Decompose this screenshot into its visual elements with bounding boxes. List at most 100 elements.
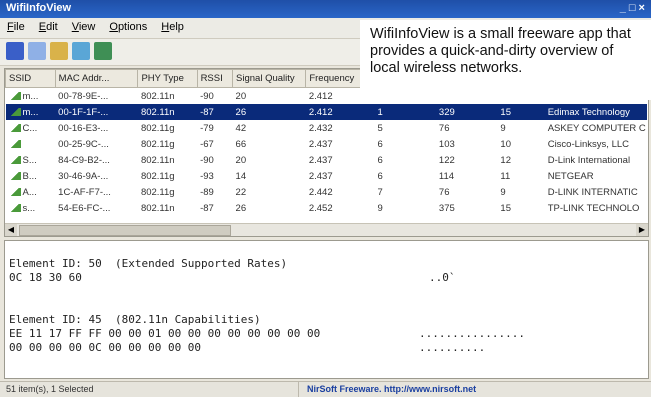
vendor-cell: D-Link International — [547, 154, 631, 166]
rssi-cell: -87 — [197, 104, 233, 120]
menu-edit[interactable]: Edit — [32, 18, 65, 33]
mac-cell: 00-1F-1F-... — [55, 104, 138, 120]
speed-cell: 76 — [438, 122, 450, 134]
rssi-cell: -87 — [200, 202, 214, 214]
channel-cell: 6 — [377, 138, 383, 150]
phy-cell: 802.11g — [140, 122, 175, 134]
mac-cell: 00-25-9C-... — [58, 138, 109, 150]
freq-cell: 2.432 — [308, 122, 333, 134]
nirsoft-link[interactable]: NirSoft Freeware. http://www.nirsoft.net — [298, 382, 598, 397]
col-phy[interactable]: PHY Type — [137, 69, 198, 88]
speed-cell: 103 — [438, 138, 455, 150]
quality-cell: 22 — [235, 186, 247, 198]
rssi-cell: -79 — [200, 122, 214, 134]
ssid-cell: s... — [6, 200, 56, 216]
detail-hex: EE 11 17 FF FF 00 00 01 00 00 00 00 00 0… — [9, 327, 321, 340]
table-row[interactable]: 00-25-9C-... 802.11g -67 66 2.437 6 103 … — [6, 136, 647, 152]
channel-cell: 6 — [377, 154, 383, 166]
freq-cell: 2.437 — [308, 138, 333, 150]
detail-ascii: ..0` — [429, 271, 456, 284]
scroll-right-icon[interactable]: ▶ — [636, 224, 648, 236]
signal-icon — [8, 155, 21, 164]
table-row[interactable]: m... 00-1F-1F-... 802.11n -87 26 2.412 1… — [5, 104, 647, 120]
speed-cell: 329 — [435, 104, 498, 120]
table-row[interactable]: S... 84-C9-B2-... 802.11n -90 20 2.437 6… — [6, 152, 647, 168]
phy-cell: 802.11g — [140, 138, 175, 150]
menu-help[interactable]: Help — [154, 18, 191, 33]
detail-hex: 00 00 00 00 0C 00 00 00 00 00 — [9, 341, 202, 354]
speed-cell: 76 — [438, 186, 450, 198]
phy-cell: 802.11n — [140, 202, 175, 214]
vendor-cell: D-LINK INTERNATIC — [547, 186, 638, 198]
num-cell: 15 — [500, 202, 511, 214]
freq-cell: 2.412 — [305, 104, 375, 120]
num-cell: 9 — [500, 186, 506, 198]
speed-cell: 375 — [438, 202, 455, 214]
about-icon[interactable] — [94, 42, 112, 60]
mac-cell: 00-78-9E-... — [58, 90, 109, 102]
menu-options[interactable]: Options — [102, 18, 154, 33]
table-row[interactable]: s... 54-E6-FC-... 802.11n -87 26 2.452 9… — [6, 200, 647, 216]
mac-cell: 84-C9-B2-... — [58, 154, 110, 166]
num-cell: 11 — [500, 170, 511, 182]
col-mac[interactable]: MAC Addr... — [54, 69, 139, 88]
scroll-thumb[interactable] — [19, 225, 231, 236]
mac-cell: 30-46-9A-... — [58, 170, 109, 182]
copy-icon[interactable] — [28, 42, 46, 60]
quality-cell: 42 — [235, 122, 247, 134]
refresh-icon[interactable] — [72, 42, 90, 60]
channel-cell: 6 — [377, 170, 383, 182]
title-bar: WifiInfoView _ □ × — [0, 0, 651, 18]
element-detail-pane: Element ID: 50 (Extended Supported Rates… — [4, 240, 649, 379]
save-icon[interactable] — [6, 42, 24, 60]
ssid-cell: C... — [6, 120, 56, 136]
vendor-cell: TP-LINK TECHNOLO — [547, 202, 640, 214]
ssid-cell: S... — [6, 152, 56, 168]
signal-icon — [8, 171, 21, 180]
table-row[interactable]: B... 30-46-9A-... 802.11g -93 14 2.437 6… — [6, 168, 647, 184]
num-cell: 9 — [500, 122, 506, 134]
scroll-left-icon[interactable]: ◀ — [5, 224, 17, 236]
quality-cell: 14 — [235, 170, 247, 182]
col-ssid[interactable]: SSID — [5, 69, 56, 88]
num-cell: 10 — [500, 138, 511, 150]
freq-cell: 2.437 — [308, 154, 333, 166]
horizontal-scrollbar[interactable]: ◀ ▶ — [5, 223, 648, 236]
freq-cell: 2.442 — [308, 186, 333, 198]
ssid-cell: A... — [6, 184, 56, 200]
ssid-cell: m... — [6, 88, 56, 105]
menu-file[interactable]: File — [0, 18, 32, 33]
quality-cell: 66 — [235, 138, 247, 150]
phy-cell: 802.11g — [140, 186, 175, 198]
mac-cell: 1C-AF-F7-... — [58, 186, 111, 198]
detail-ascii: ................ — [419, 327, 525, 340]
vendor-cell: Cisco-Linksys, LLC — [547, 138, 630, 150]
quality-cell: 26 — [232, 104, 306, 120]
table-row[interactable]: C... 00-16-E3-... 802.11g -79 42 2.432 5… — [6, 120, 647, 136]
signal-icon — [8, 123, 21, 132]
menu-view[interactable]: View — [65, 18, 103, 33]
phy-cell: 802.11n — [137, 104, 198, 120]
rssi-cell: -93 — [200, 170, 214, 182]
window-controls[interactable]: _ □ × — [620, 2, 645, 14]
rssi-cell: -67 — [200, 138, 214, 150]
table-row[interactable]: A... 1C-AF-F7-... 802.11g -89 22 2.442 7… — [6, 184, 647, 200]
quality-cell: 26 — [235, 202, 247, 214]
signal-icon — [8, 91, 21, 100]
channel-cell: 5 — [377, 122, 383, 134]
quality-cell: 20 — [235, 90, 247, 102]
properties-icon[interactable] — [50, 42, 68, 60]
status-count: 51 item(s), 1 Selected — [6, 384, 94, 394]
speed-cell: 114 — [438, 170, 455, 182]
freq-cell: 2.437 — [308, 170, 333, 182]
signal-icon — [8, 139, 21, 148]
rssi-cell: -90 — [200, 154, 214, 166]
detail-ascii: .......... — [419, 341, 486, 354]
channel-cell: 7 — [377, 186, 383, 198]
col-rssi[interactable]: RSSI — [196, 69, 234, 88]
col-quality[interactable]: Signal Quality — [232, 69, 307, 88]
signal-icon — [8, 187, 21, 196]
quality-cell: 20 — [235, 154, 247, 166]
mac-cell: 00-16-E3-... — [58, 122, 109, 134]
ssid-cell — [6, 136, 56, 152]
